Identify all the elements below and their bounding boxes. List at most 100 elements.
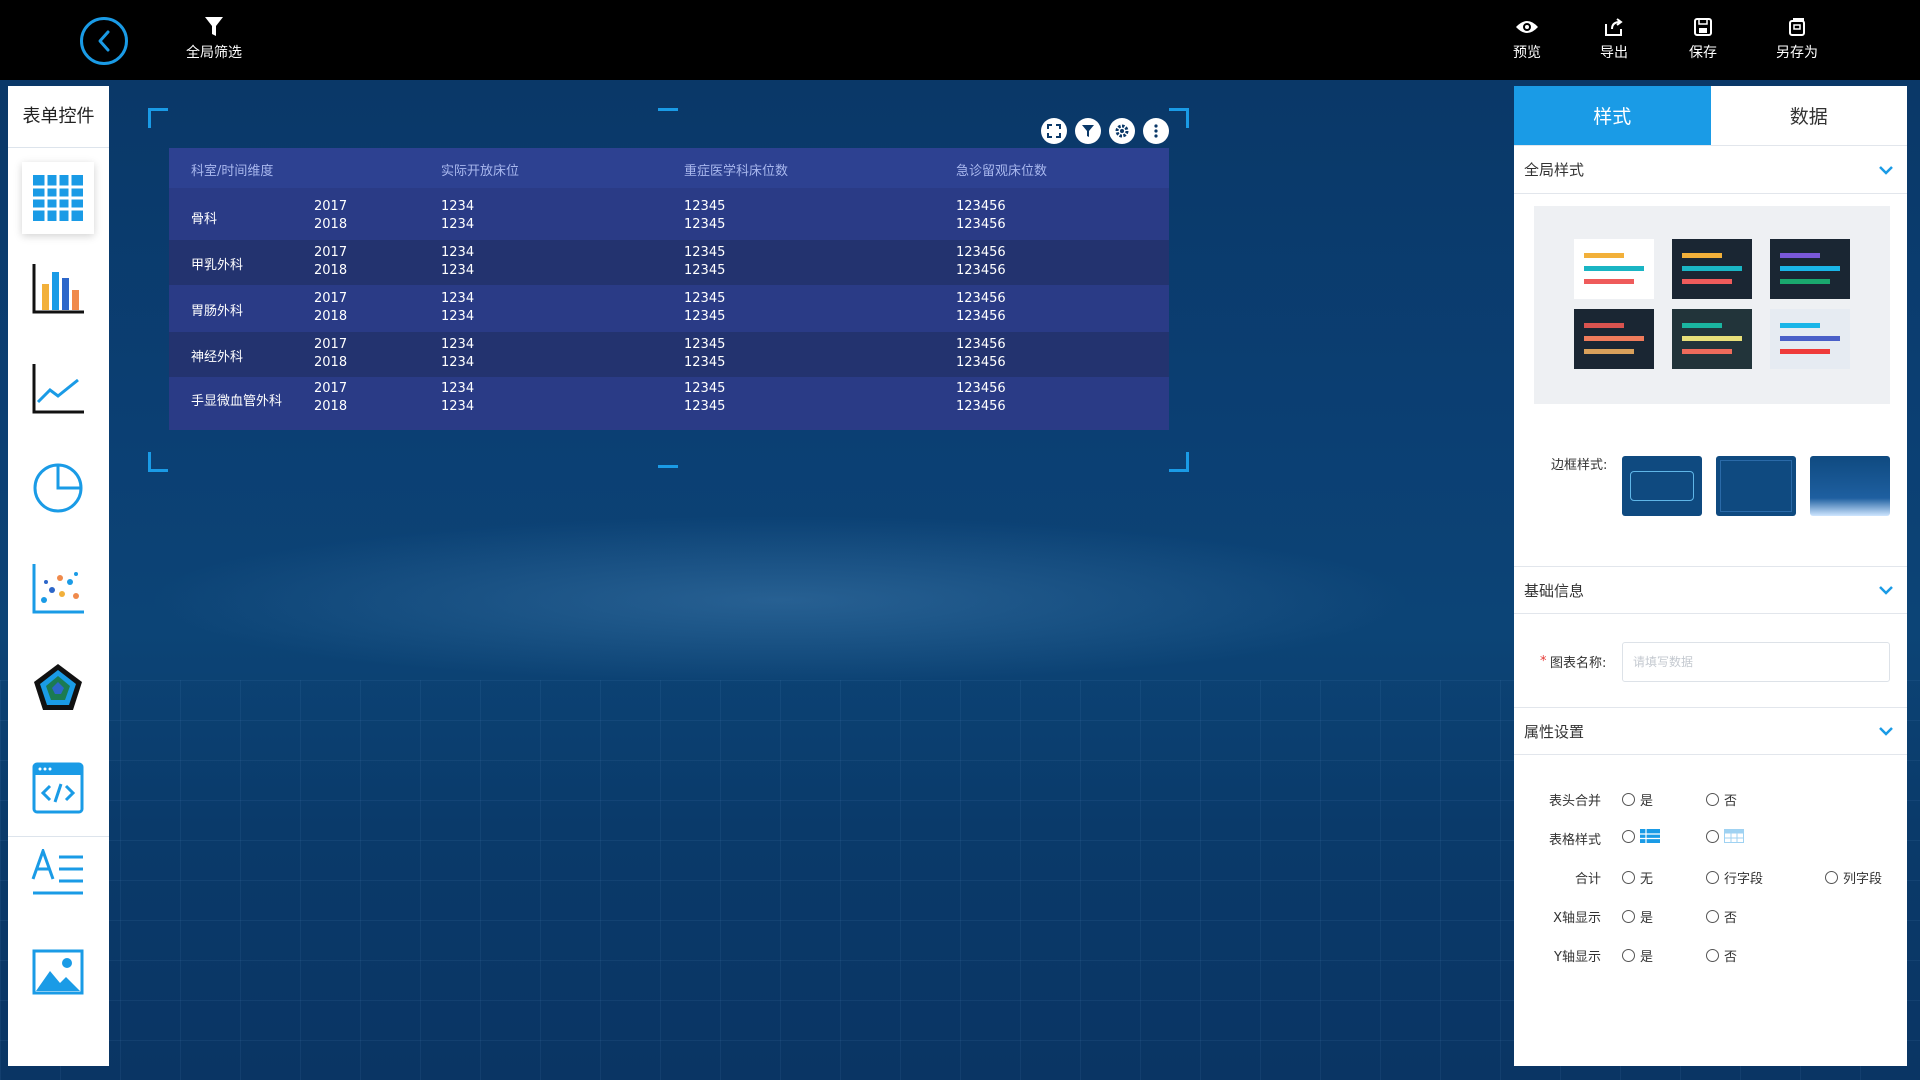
export-label: 导出 [1600,45,1628,61]
table-row[interactable]: 甲乳外科 2017 2018 1234 1234 12345 12345 123456 1234… [169,240,1169,285]
scatter-chart-icon [32,564,84,614]
fullscreen-button[interactable] [1041,118,1067,144]
dept-cell: 骨科 [191,212,218,227]
component-text[interactable] [22,838,94,910]
icu-value: 12345 [684,291,726,306]
more-button[interactable] [1143,118,1169,144]
years-value: 2018 [314,399,348,414]
theme-option-4[interactable] [1574,309,1654,369]
export-button[interactable]: 导出 [1600,14,1628,62]
global-filter-button[interactable]: 全局筛选 [186,14,242,62]
radio-total-none[interactable]: 无 [1622,868,1653,887]
save-as-button[interactable]: 另存为 [1776,14,1818,62]
radio-label: 是 [1640,950,1654,965]
section-global-style[interactable]: 全局样式 [1514,146,1907,194]
beds-value: 1234 [441,309,475,324]
theme-option-2[interactable] [1672,239,1752,299]
chevron-left-icon [98,30,110,52]
chevron-down-icon [1879,586,1893,595]
years-value: 2018 [314,309,348,324]
option-table-style: 表格样式 [1514,829,1907,849]
radio-table-style-1[interactable] [1622,829,1660,843]
table-row[interactable]: 骨科 2017 2018 1234 1234 12345 12345 123456 123456 [169,194,1169,239]
beds-value: 1234 [441,355,475,370]
component-scatter-chart[interactable] [22,552,94,624]
text-icon [31,849,83,895]
component-code[interactable] [22,752,94,824]
pie-chart-icon [33,463,83,513]
theme-option-6[interactable] [1770,309,1850,369]
er-value: 123456 [956,291,1006,306]
radio-label: 无 [1640,872,1654,887]
image-icon [32,949,84,995]
component-table[interactable] [22,162,94,234]
table-row[interactable]: 胃肠外科 2017 2018 1234 1234 12345 12345 123456 1234… [169,286,1169,331]
preview-label: 预览 [1513,45,1541,61]
component-bar-chart[interactable] [22,252,94,324]
tab-style[interactable]: 样式 [1514,86,1711,145]
years-cell: 2017 2018 [314,336,347,372]
border-option-1[interactable] [1622,456,1702,516]
component-line-chart[interactable] [22,352,94,424]
radio-y-axis-yes[interactable]: 是 [1622,946,1653,965]
table-icon [33,175,83,221]
frame-mid-bottom[interactable] [658,465,678,468]
radio-table-style-2[interactable] [1706,829,1744,843]
table-row[interactable]: 手显微血管外科 2017 2018 1234 1234 12345 12345 123456 1… [169,376,1169,421]
table-style-outline-icon [1724,829,1744,843]
frame-corner-br[interactable] [1169,452,1189,472]
component-radar-chart[interactable] [22,652,94,724]
component-pie-chart[interactable] [22,452,94,524]
er-value: 123456 [956,245,1006,260]
sidebar-divider [8,836,109,837]
radio-x-axis-no[interactable]: 否 [1706,907,1737,926]
save-button[interactable]: 保存 [1689,14,1717,62]
frame-corner-tl[interactable] [148,108,168,128]
table-row[interactable]: 神经外科 2017 2018 1234 1234 12345 12345 123456 1234… [169,332,1169,377]
beds-value: 1234 [441,199,475,214]
settings-button[interactable] [1109,118,1135,144]
table-header-cell: 科室/时间维度 [191,164,274,179]
er-value: 123456 [956,399,1006,414]
border-option-2[interactable] [1716,456,1796,516]
radio-total-column[interactable]: 列字段 [1825,868,1882,887]
beds-value: 1234 [441,337,475,352]
tab-data[interactable]: 数据 [1711,86,1908,145]
icu-value: 12345 [684,337,726,352]
radio-total-row[interactable]: 行字段 [1706,868,1763,887]
back-button[interactable] [80,17,128,65]
section-basic-info[interactable]: 基础信息 [1514,566,1907,614]
er-value: 123456 [956,309,1006,324]
radio-y-axis-no[interactable]: 否 [1706,946,1737,965]
component-image[interactable] [22,936,94,1008]
option-label: Y轴显示 [1554,950,1601,965]
beds-value: 1234 [441,381,475,396]
option-total: 合计 无 行字段 列字段 [1514,868,1907,888]
icu-cell: 12345 12345 [684,198,725,234]
chart-name-input[interactable]: 请填写数据 [1622,642,1890,682]
radio-label: 否 [1724,911,1738,926]
preview-button[interactable]: 预览 [1513,14,1541,62]
beds-value: 1234 [441,399,475,414]
radio-x-axis-yes[interactable]: 是 [1622,907,1653,926]
beds-cell: 1234 1234 [441,336,474,372]
data-table-widget[interactable]: 科室/时间维度 实际开放床位 重症医学科床位数 急诊留观床位数 骨科 2017 20… [169,148,1169,430]
radio-header-merge-no[interactable]: 否 [1706,790,1737,809]
more-vertical-icon [1154,124,1158,138]
frame-mid-top[interactable] [658,108,678,111]
radio-label: 否 [1724,794,1738,809]
radio-header-merge-yes[interactable]: 是 [1622,790,1653,809]
beds-cell: 1234 1234 [441,290,474,326]
radar-chart-icon [34,664,82,710]
properties-tabs: 样式 数据 [1514,86,1907,146]
widget-filter-button[interactable] [1075,118,1101,144]
section-attr-settings[interactable]: 属性设置 [1514,707,1907,755]
frame-corner-bl[interactable] [148,452,168,472]
required-marker: * [1540,654,1547,669]
frame-corner-tr[interactable] [1169,108,1189,128]
theme-option-1[interactable] [1574,239,1654,299]
years-cell: 2017 2018 [314,380,347,416]
border-option-3[interactable] [1810,456,1890,516]
theme-option-3[interactable] [1770,239,1850,299]
theme-option-5[interactable] [1672,309,1752,369]
